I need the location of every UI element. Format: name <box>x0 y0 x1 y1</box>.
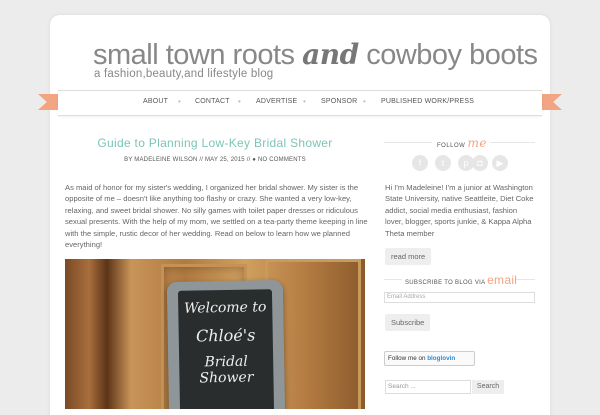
about-text: Hi I'm Madeleine! I'm a junior at Washin… <box>385 183 534 238</box>
follow-me: me <box>467 136 487 150</box>
facebook-icon[interactable]: f <box>412 155 428 171</box>
subscribe-divider-left <box>384 279 402 280</box>
ribbon-left <box>38 94 60 110</box>
bloglovin-brand: bloglovin <box>427 355 456 362</box>
post-byline: BY MADELEINE WILSON // MAY 25, 2015 // ●… <box>124 157 306 163</box>
read-more-button[interactable]: read more <box>385 248 432 265</box>
chalk-line-1: Welcome to <box>183 299 267 317</box>
bloglovin-button[interactable]: Follow me on bloglovin <box>384 351 475 366</box>
blog-title-part2: cowboy boots <box>358 39 538 71</box>
nav-separator: • <box>178 97 181 106</box>
chalk-line-2: Chloé's <box>195 325 256 346</box>
nav-separator: • <box>303 97 306 106</box>
twitter-icon[interactable]: t <box>435 155 451 171</box>
instagram-icon[interactable]: ◘ <box>472 155 488 171</box>
chalkboard: Welcome to Chloé's Bridal Shower <box>177 289 275 409</box>
nav-item-published-work[interactable]: PUBLISHED WORK/PRESS <box>381 98 474 105</box>
subscribe-heading: SUBSCRIBE TO BLOG VIA email <box>405 273 517 287</box>
blog-title-and: and <box>302 38 359 71</box>
search-input[interactable]: Search ... <box>385 380 471 394</box>
search-button[interactable]: Search <box>472 380 504 394</box>
nav-separator: • <box>363 97 366 106</box>
youtube-icon[interactable]: ▶ <box>492 155 508 171</box>
follow-divider-right <box>490 142 535 143</box>
subscribe-button[interactable]: Subscribe <box>385 314 431 331</box>
follow-divider-left <box>384 142 432 143</box>
nav-item-about[interactable]: ABOUT <box>143 98 168 105</box>
subscribe-label: SUBSCRIBE TO BLOG VIA <box>405 280 486 286</box>
ribbon-right <box>540 94 562 110</box>
chalkboard-frame: Welcome to Chloé's Bridal Shower <box>166 279 286 409</box>
subscribe-divider-right <box>516 279 535 280</box>
follow-heading: FOLLOW me <box>437 136 487 150</box>
post-image: Welcome to Chloé's Bridal Shower <box>65 259 365 409</box>
bloglovin-prefix: Follow me on <box>388 355 426 362</box>
nav-item-advertise[interactable]: ADVERTISE <box>256 98 297 105</box>
nav-item-contact[interactable]: CONTACT <box>195 98 230 105</box>
follow-label: FOLLOW <box>437 143 466 149</box>
subscribe-email-word: email <box>487 273 518 287</box>
main-nav: ABOUT • CONTACT • ADVERTISE • SPONSOR • … <box>58 90 542 116</box>
blog-title-part1: small town roots <box>93 39 303 71</box>
blog-title[interactable]: small town roots and cowboy boots <box>93 38 538 72</box>
post-body: As maid of honor for my sister's wedding… <box>65 183 368 250</box>
nav-separator: • <box>238 97 241 106</box>
blog-tagline: a fashion,beauty,and lifestyle blog <box>94 68 274 80</box>
chalk-line-3: Bridal Shower <box>199 353 254 387</box>
email-field[interactable]: Email Address <box>384 292 535 303</box>
post-title[interactable]: Guide to Planning Low-Key Bridal Shower <box>65 136 365 150</box>
nav-item-sponsor[interactable]: SPONSOR <box>321 98 357 105</box>
